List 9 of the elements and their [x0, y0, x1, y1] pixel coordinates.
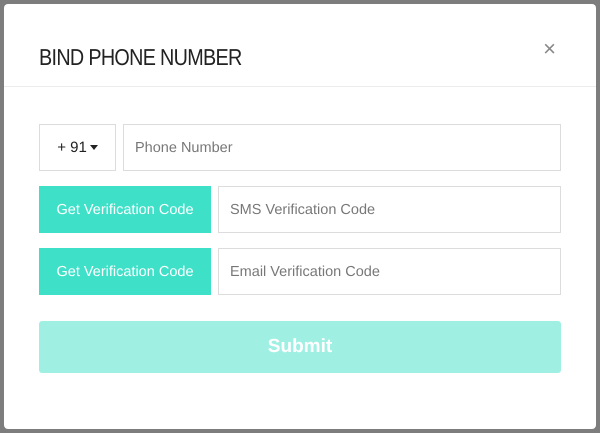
caret-icon — [90, 145, 98, 150]
dialog-title: BIND PHONE NUMBER — [39, 44, 242, 70]
get-code-button[interactable]: Get Verification Code — [39, 248, 211, 295]
phone-number-field[interactable]: Phone Number — [123, 124, 561, 171]
verification-code-field[interactable]: Email Verification Code — [218, 248, 561, 295]
verification-code-field[interactable]: SMS Verification Code — [218, 186, 561, 233]
close-button[interactable]: × — [539, 36, 560, 62]
country-code-select[interactable]: + 91 — [39, 124, 116, 171]
get-code-button[interactable]: Get Verification Code — [39, 186, 211, 233]
